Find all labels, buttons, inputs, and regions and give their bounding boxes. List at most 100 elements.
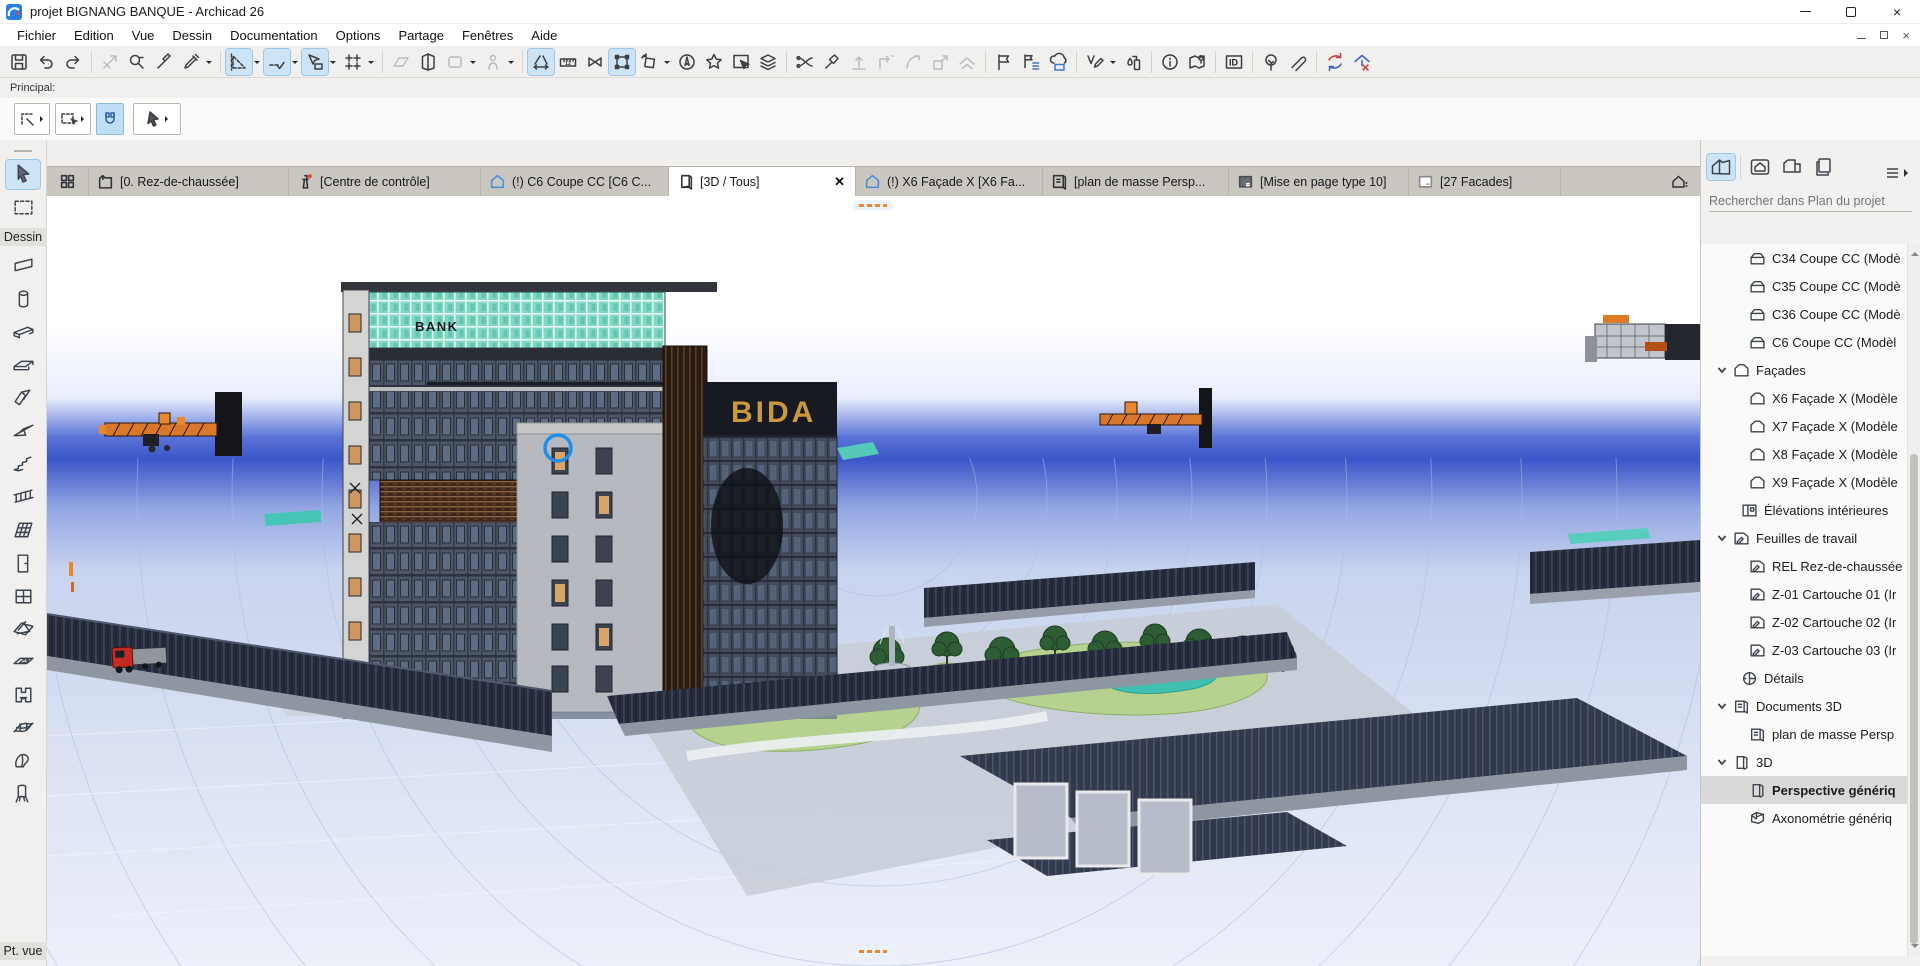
snap-grid-button[interactable] — [340, 49, 366, 75]
tree-item-z01[interactable]: Z-01 Cartouche 01 (Ir — [1701, 580, 1920, 608]
tree-item-z02[interactable]: Z-02 Cartouche 02 (Ir — [1701, 608, 1920, 636]
element-info-button[interactable] — [1157, 49, 1183, 75]
tab-close-icon[interactable]: ✕ — [832, 174, 847, 190]
tool-skylight[interactable] — [6, 615, 40, 644]
tab-plan-de-masse[interactable]: [plan de masse Persp... — [1043, 167, 1229, 196]
tool-door[interactable] — [6, 549, 40, 578]
magnet-snap-button[interactable] — [96, 103, 124, 135]
transfer-parameters-icon[interactable] — [97, 49, 123, 75]
figure-icon[interactable] — [480, 49, 506, 75]
tool-opening[interactable] — [6, 648, 40, 677]
menu-dessin[interactable]: Dessin — [163, 28, 221, 43]
tree-item-details[interactable]: Détails — [1701, 664, 1920, 692]
tree-item-rel-rdc[interactable]: REL Rez-de-chaussée — [1701, 552, 1920, 580]
tool-marquee[interactable] — [6, 193, 40, 222]
palette-handle[interactable] — [14, 150, 32, 152]
bottom-palette-handle[interactable] — [853, 946, 893, 956]
snap-guides-dropdown[interactable] — [292, 61, 298, 67]
menu-edition[interactable]: Edition — [65, 28, 123, 43]
virtual-trace-button[interactable] — [415, 49, 441, 75]
marquee-options-button[interactable] — [55, 103, 91, 135]
tree-item-x8[interactable]: X8 Façade X (Modèle — [1701, 440, 1920, 468]
chevron-down-icon[interactable] — [1717, 699, 1727, 714]
renovation-dropdown[interactable] — [1110, 61, 1116, 67]
split-button[interactable] — [792, 49, 818, 75]
tree-item-axonometrie-generique[interactable]: Axonométrie génériq — [1701, 804, 1920, 832]
cloud-save-button[interactable] — [1045, 49, 1071, 75]
favorites-button[interactable] — [701, 49, 727, 75]
teamwork-receive-button[interactable] — [1349, 49, 1375, 75]
menu-fichier[interactable]: Fichier — [8, 28, 65, 43]
snap-grid-dropdown[interactable] — [368, 61, 374, 67]
doc-close-button[interactable]: × — [1902, 28, 1910, 43]
grid-options-button[interactable] — [14, 103, 50, 135]
tool-roof[interactable] — [6, 384, 40, 413]
elevate-icon[interactable] — [954, 49, 980, 75]
fillet-icon[interactable] — [900, 49, 926, 75]
menu-documentation[interactable]: Documentation — [221, 28, 326, 43]
tool-wall-end[interactable] — [6, 681, 40, 710]
rotate-dropdown[interactable] — [664, 61, 670, 67]
tool-curtain-wall[interactable] — [6, 516, 40, 545]
profile-icon[interactable] — [442, 49, 468, 75]
renovation-button[interactable] — [1082, 49, 1108, 75]
chevron-down-icon[interactable] — [1717, 531, 1727, 546]
tree-item-c34[interactable]: C34 Coupe CC (Modè — [1701, 244, 1920, 272]
compass-button[interactable] — [674, 49, 700, 75]
tool-mesh[interactable] — [6, 714, 40, 743]
menu-fenetres[interactable]: Fenêtres — [453, 28, 522, 43]
doc-restore-button[interactable] — [1880, 31, 1888, 39]
tree-item-x7[interactable]: X7 Façade X (Modèle — [1701, 412, 1920, 440]
tree-item-c36[interactable]: C36 Coupe CC (Modè — [1701, 300, 1920, 328]
tool-shell[interactable] — [6, 417, 40, 446]
pickup-parameters-button[interactable] — [151, 49, 177, 75]
chevron-down-icon[interactable] — [1717, 755, 1727, 770]
doc-minimize-button[interactable] — [1857, 38, 1866, 39]
navigator-menu-button[interactable] — [1886, 166, 1914, 180]
trace-reference-icon[interactable] — [388, 49, 414, 75]
tool-object[interactable] — [6, 780, 40, 809]
tool-wall[interactable] — [6, 252, 40, 281]
snap-guides-button[interactable] — [264, 49, 290, 75]
view-map-button[interactable] — [1746, 154, 1774, 180]
id-manager-button[interactable]: ID — [1221, 49, 1247, 75]
issue-manager-button[interactable] — [1018, 49, 1044, 75]
tab-mise-en-page[interactable]: [Mise en page type 10] — [1229, 167, 1409, 196]
tree-scrollbar[interactable] — [1907, 244, 1920, 956]
tool-column[interactable] — [6, 285, 40, 314]
locate-button[interactable] — [1184, 49, 1210, 75]
inject-dropdown[interactable] — [206, 61, 212, 67]
menu-options[interactable]: Options — [327, 28, 390, 43]
search-input[interactable] — [1709, 194, 1912, 208]
tree-item-c6[interactable]: C6 Coupe CC (Modèl — [1701, 328, 1920, 356]
guide-lines-button[interactable] — [226, 49, 252, 75]
scene-3d[interactable]: BANK BIDA — [47, 196, 1700, 966]
tab-rez-de-chaussee[interactable]: [0. Rez-de-chaussée] — [89, 167, 289, 196]
stretch-button[interactable] — [582, 49, 608, 75]
tab-3d-tous[interactable]: [3D / Tous]✕ — [669, 167, 856, 196]
snap-points-button[interactable] — [302, 49, 328, 75]
drag-icon[interactable] — [846, 49, 872, 75]
profile-dropdown[interactable] — [470, 61, 476, 67]
tree-item-perspective-generique[interactable]: Perspective génériq — [1701, 776, 1920, 804]
tree-item-x6[interactable]: X6 Façade X (Modèle — [1701, 384, 1920, 412]
scroll-thumb[interactable] — [1910, 454, 1918, 944]
inject-parameters-button[interactable] — [178, 49, 204, 75]
edit-selection-button[interactable] — [609, 49, 635, 75]
tool-stair[interactable] — [6, 450, 40, 479]
adjust-button[interactable] — [819, 49, 845, 75]
tree-item-3d[interactable]: 3D — [1701, 748, 1920, 776]
tree-item-elevations-interieures[interactable]: Élévations intérieures — [1701, 496, 1920, 524]
redo-button[interactable] — [60, 49, 86, 75]
tab-c6-coupe[interactable]: (!) C6 Coupe CC [C6 C... — [481, 167, 669, 196]
tool-arrow[interactable] — [6, 160, 40, 189]
chevron-down-icon[interactable] — [1717, 363, 1727, 378]
offset-icon[interactable] — [873, 49, 899, 75]
menu-aide[interactable]: Aide — [522, 28, 566, 43]
tab-list-button[interactable] — [1670, 167, 1700, 196]
scroll-up-icon[interactable] — [1911, 248, 1919, 256]
guide-lines-dropdown[interactable] — [254, 61, 260, 67]
undo-button[interactable] — [33, 49, 59, 75]
tool-morph[interactable] — [6, 747, 40, 776]
find-select-button[interactable] — [124, 49, 150, 75]
